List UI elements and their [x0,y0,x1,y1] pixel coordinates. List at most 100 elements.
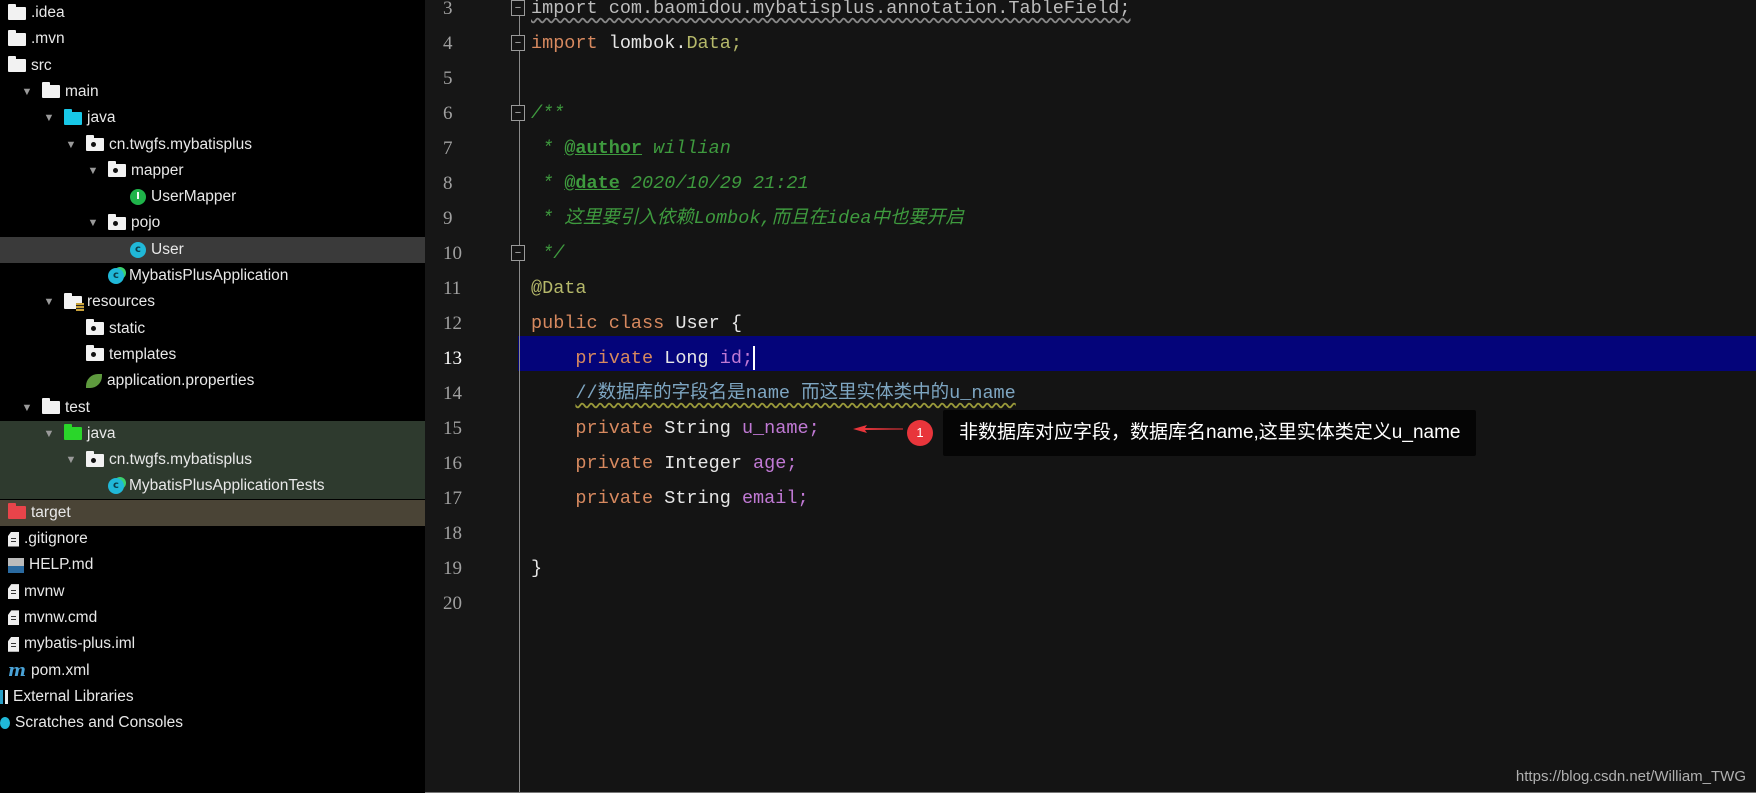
tree-item-label: cn.twgfs.mybatisplus [109,451,252,469]
text-file-icon [8,531,19,547]
expand-toggle-icon[interactable]: ▼ [86,217,100,229]
watermark: https://blog.csdn.net/William_TWG [1515,768,1746,785]
tree-item-label: test [65,398,90,416]
folder-icon [8,3,26,20]
expand-toggle-icon[interactable]: ▼ [42,112,56,124]
tree-item[interactable]: ▼ cn.twgfs.mybatisplus [0,447,489,474]
arrow-icon [853,425,903,433]
code-line[interactable]: @Data [531,271,587,306]
line-number: 4 [443,33,453,54]
tree-item-label: mybatis-plus.iml [24,635,136,653]
code-line[interactable]: public class User { [531,306,742,341]
test-folder-icon [64,424,82,441]
folder-icon [8,29,26,46]
tree-item[interactable]: ▼ java [0,420,467,447]
scratches-icon [0,717,10,730]
expand-toggle-icon[interactable]: ▼ [64,454,78,466]
code-token: import com.baomidou.mybatisplus.annotati… [531,0,1131,19]
tree-item[interactable]: HELP.md [0,552,433,578]
tree-item[interactable]: .mvn [0,26,433,52]
code-token: String [653,488,742,509]
code-line[interactable]: private String email; [531,481,809,516]
tree-item-label: .idea [31,4,65,21]
expand-toggle-icon[interactable]: ▼ [64,139,78,151]
tree-item-label: pom.xml [31,661,90,679]
tree-item[interactable]: ▼ resources [0,289,467,315]
tree-item[interactable]: Scratches and Consoles [0,710,425,736]
code-token: User { [664,313,742,334]
code-line[interactable]: } [531,551,542,586]
code-token: /** [531,103,565,124]
line-number: 3 [443,0,453,19]
tree-item[interactable]: src [0,53,433,79]
expand-toggle-icon[interactable]: ▼ [20,86,34,98]
code-editor[interactable]: import com.baomidou.mybatisplus.annotati… [425,0,1756,793]
code-line[interactable]: * 这里要引入依赖Lombok,而且在idea中也要开启 [531,201,964,236]
tree-item-label: .gitignore [24,530,88,547]
tree-item-label: static [109,319,146,337]
expand-toggle-icon[interactable]: ▼ [86,165,100,177]
fold-end-icon[interactable]: − [511,245,525,261]
line-number: 6 [443,103,453,124]
resources-folder-icon [64,292,84,311]
project-tree: .idea .mvn src ▼ main ▼ java ▼ cn.twgfs.mybatisp… [0,0,555,793]
folder-icon [42,82,60,99]
code-line[interactable]: //数据库的字段名是name 而这里实体类中的u_name [531,376,1016,411]
code-line[interactable]: private String u_name; [531,411,820,446]
code-line[interactable]: private Integer age; [531,446,797,481]
code-token: } [531,558,543,579]
expand-toggle-icon[interactable]: ▼ [42,428,56,440]
tree-item-label: HELP.md [29,556,94,574]
code-token: //数据库的字段名是name 而这里实体类中的u_name [575,383,1016,404]
fold-start-icon[interactable]: − [511,0,525,16]
tree-item-label: mvnw.cmd [24,608,98,626]
line-number: 5 [443,68,453,89]
code-line[interactable]: import com.baomidou.mybatisplus.annotati… [531,0,1131,26]
code-token: @author [564,138,643,159]
tree-item[interactable]: ▼ main [0,79,445,105]
code-line[interactable]: * @date 2020/10/29 21:21 [531,166,808,201]
tree-item-label: External Libraries [13,687,134,705]
tree-item[interactable]: .idea [0,0,433,26]
tree-item-label: mvnw [24,582,65,600]
code-token: */ [531,243,565,264]
tree-item[interactable]: m pom.xml [0,658,433,684]
code-line[interactable]: import lombok.Data; [531,26,742,61]
fold-start-icon[interactable]: − [511,105,525,121]
line-number: 12 [443,313,462,334]
line-number: 15 [443,418,462,439]
code-token: private [531,488,654,509]
code-line[interactable]: /** [531,96,564,131]
expand-toggle-icon[interactable]: ▼ [42,296,56,308]
tree-item[interactable]: mybatis-plus.iml [0,631,433,657]
package-icon [108,161,126,178]
tree-item[interactable]: .gitignore [0,526,433,552]
line-number: 8 [443,173,453,194]
markdown-file-icon [8,557,24,573]
tree-item[interactable]: ▼ java [0,105,467,131]
tree-item[interactable]: target [0,499,433,526]
tree-item-label: java [87,424,116,442]
code-line[interactable]: * @author willian [531,131,731,166]
tree-item-label: pojo [131,214,161,232]
tree-item[interactable]: ▼ cn.twgfs.mybatisplus [0,132,489,158]
tree-item[interactable]: mvnw [0,579,433,605]
fold-end-icon[interactable]: − [511,35,525,51]
folder-icon [8,56,26,73]
line-number: 19 [443,558,462,579]
tree-item-label: src [31,56,52,74]
code-line[interactable]: */ [531,236,564,271]
line-number: 7 [443,138,453,159]
annotation-callout: 非数据库对应字段，数据库名name,这里实体类定义u_name [943,410,1477,456]
tree-item-label: MybatisPlusApplication [129,267,289,284]
tree-item[interactable]: External Libraries [0,684,425,710]
tree-item[interactable]: ▼ test [0,395,445,421]
tree-item[interactable]: mvnw.cmd [0,605,433,631]
code-token: private [531,348,654,369]
code-line[interactable]: private Long id; [531,341,756,376]
code-token: u_name; [741,418,820,439]
code-token: email; [741,488,809,509]
expand-toggle-icon[interactable]: ▼ [20,402,34,414]
line-number: 9 [443,208,453,229]
